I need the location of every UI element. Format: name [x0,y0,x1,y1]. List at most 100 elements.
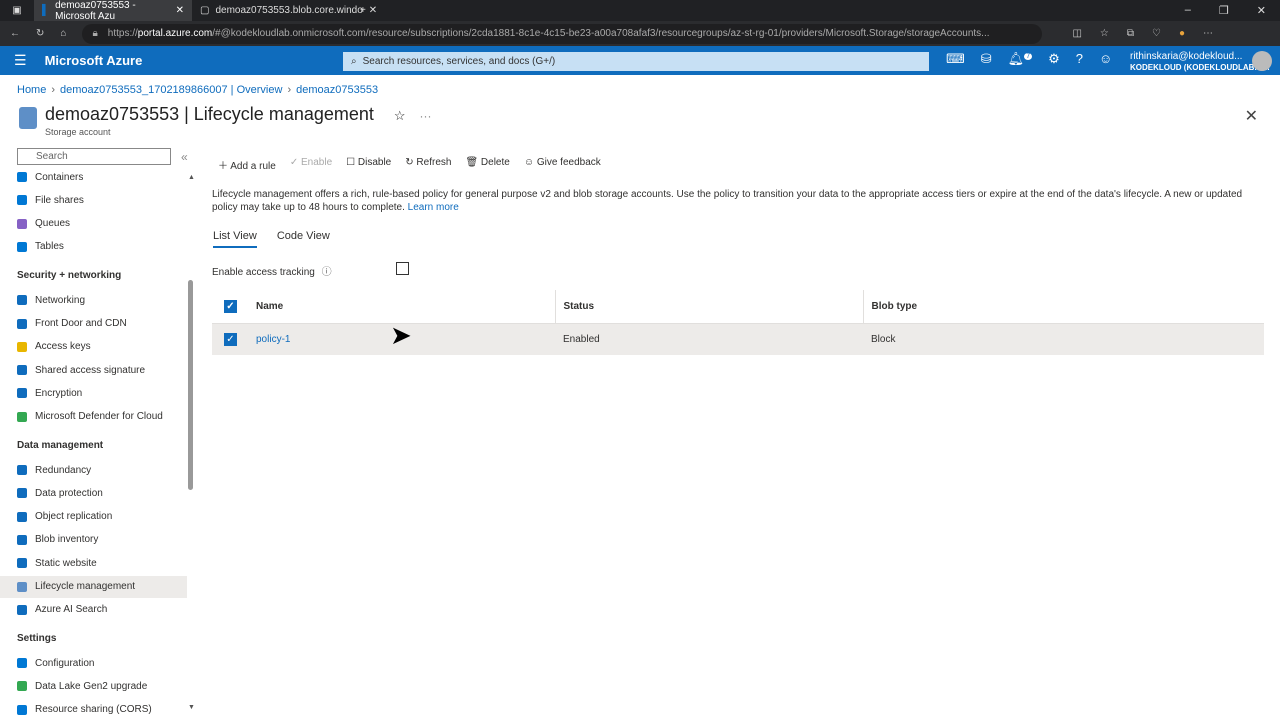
sidebar-item-azure-ai-search[interactable]: Azure AI Search [17,599,187,621]
sidebar-item-icon [17,658,27,669]
sidebar-item-data-lake-gen2-upgrade[interactable]: Data Lake Gen2 upgrade [17,675,187,697]
sidebar-item-label: Shared access signature [35,364,146,376]
avatar[interactable] [1252,51,1272,71]
sidebar-item-icon [17,681,27,692]
split-icon[interactable]: ◫ [1072,28,1081,39]
back-icon[interactable]: ← [10,28,20,39]
column-status[interactable]: Status [555,290,864,324]
feedback-button[interactable]: ☺ Give feedback [524,157,601,172]
sidebar-item-data-protection[interactable]: Data protection [17,482,187,504]
close-icon[interactable]: ✕ [176,5,184,16]
feedback-icon[interactable]: ☺ [1099,51,1112,67]
sidebar-section-heading: Data management [17,440,104,451]
add-rule-button[interactable]: ＋ Add a rule [218,157,276,172]
collapse-icon[interactable]: « [181,150,188,164]
more-icon[interactable]: ··· [420,109,432,123]
sidebar-item-label: Front Door and CDN [35,318,127,329]
sidebar-item-icon [17,704,27,715]
learn-more-link[interactable]: Learn more [408,202,459,213]
breadcrumb-account[interactable]: demoaz0753553 [296,84,378,96]
sidebar-item-shared-access-signature[interactable]: Shared access signature [17,359,187,381]
sidebar-item-file-shares[interactable]: File shares [17,189,187,211]
disable-button[interactable]: ☐ Disable [346,157,391,172]
tab-list-view[interactable]: List View [213,230,257,248]
column-blob-type[interactable]: Blob type [863,290,1264,324]
lifecycle-icon [19,107,37,129]
sidebar-item-icon [17,172,27,182]
home-icon[interactable]: ⌂ [60,28,66,39]
tab-code-view[interactable]: Code View [277,230,330,248]
row-checkbox[interactable]: ✓ [224,332,237,346]
favorites-icon[interactable]: ☆ [1100,28,1109,39]
sidebar-item-encryption[interactable]: Encryption [17,382,187,404]
rules-table: ✓ Name Status Blob type ✓ policy-1 Enabl… [212,290,1264,355]
sidebar-item-containers[interactable]: Containers [17,166,187,188]
sidebar-item-queues[interactable]: Queues [17,213,187,235]
browser-tab[interactable]: ▌ demoaz0753553 - Microsoft Azu ✕ [34,0,192,22]
minimize-icon[interactable]: – [1185,4,1191,17]
close-window-icon[interactable]: ✕ [1257,4,1266,17]
sidebar-item-lifecycle-management[interactable]: Lifecycle management [0,575,187,598]
refresh-button[interactable]: ↻ Refresh [405,157,451,172]
directory-icon[interactable]: ⛁ [981,51,992,67]
brand[interactable]: Microsoft Azure [45,53,143,68]
sidebar-item-redundancy[interactable]: Redundancy [17,459,187,481]
close-blade-icon[interactable]: ✕ [1245,106,1258,126]
sidebar-item-access-keys[interactable]: Access keys [17,336,187,358]
access-tracking-label: Enable access tracking ⓘ [212,267,332,278]
sidebar-scrollbar[interactable] [188,280,193,490]
sidebar-item-label: Containers [35,171,84,183]
profile-icon[interactable]: ● [1179,28,1185,39]
scroll-up-icon[interactable]: ▲ [188,174,195,181]
help-icon[interactable]: ? [1076,51,1083,67]
breadcrumb-home[interactable]: Home [17,84,46,96]
sidebar-item-static-website[interactable]: Static website [17,552,187,574]
sidebar-section-heading: Security + networking [17,270,122,282]
new-tab-icon[interactable]: + [360,5,366,16]
sidebar-item-configuration[interactable]: Configuration [17,652,187,674]
select-all-checkbox[interactable]: ✓ [224,299,237,313]
enable-button[interactable]: ✓ Enable [290,157,332,172]
sidebar-item-tables[interactable]: Tables [17,236,187,258]
scroll-down-icon[interactable]: ▼ [188,704,195,711]
access-tracking-checkbox[interactable] [396,262,409,275]
user-name: rithinskaria@kodekloud... [1130,51,1243,62]
sidebar-item-icon [17,534,27,545]
sidebar-item-front-door-and-cdn[interactable]: Front Door and CDN [17,313,187,335]
collections-icon[interactable]: ⧉ [1127,28,1134,39]
sidebar-item-label: Queues [35,218,71,230]
sidebar: Search « ▲ ▼ Containers File shares Queues… [0,148,197,720]
star-icon[interactable]: ☆ [394,108,406,123]
workspaces-icon[interactable]: ▣ [0,5,34,16]
sidebar-search-input[interactable]: Search [17,148,171,165]
delete-button[interactable]: 🗑︎ Delete [465,157,509,172]
table-row[interactable]: ✓ policy-1 Enabled Block [212,323,1264,355]
sidebar-item-label: Data protection [35,487,103,499]
sidebar-item-networking[interactable]: Networking [17,289,187,311]
account-menu[interactable]: rithinskaria@kodekloud... KODEKLOUD (KODE… [1130,51,1270,73]
global-search[interactable]: ⌕ Search resources, services, and docs (G… [343,52,929,71]
more-icon[interactable]: ⋯ [1203,28,1213,39]
rule-blob-type: Block [863,323,1264,355]
close-icon[interactable]: ✕ [369,5,377,16]
sidebar-item-label: Access keys [35,341,91,353]
sidebar-item-object-replication[interactable]: Object replication [17,506,187,528]
column-name[interactable]: Name [256,290,556,324]
url-field[interactable]: 🔒︎ https://portal.azure.com/#@kodekloudla… [82,23,1043,44]
browser-tab[interactable]: ▢ demoaz0753553.blob.core.windo ✕ [192,0,377,21]
menu-icon[interactable]: ☰ [14,52,27,69]
sidebar-item-resource-sharing-cors-[interactable]: Resource sharing (CORS) [17,699,187,721]
notifications-icon[interactable]: 🔔︎ 7 [1008,51,1033,67]
sidebar-item-icon [17,295,27,306]
sidebar-item-label: Networking [35,294,86,306]
sidebar-item-label: Blob inventory [35,534,99,546]
breadcrumb-overview[interactable]: demoaz0753553_1702189866007 | Overview [60,84,282,96]
extensions-icon[interactable]: ♡ [1152,28,1161,39]
sidebar-item-microsoft-defender-for-cloud[interactable]: Microsoft Defender for Cloud [17,406,187,428]
refresh-icon[interactable]: ↻ [36,28,44,39]
restore-icon[interactable]: ❐ [1219,4,1229,17]
sidebar-item-blob-inventory[interactable]: Blob inventory [17,529,187,551]
sidebar-item-icon [17,511,27,522]
settings-icon[interactable]: ⚙ [1048,51,1060,67]
cloud-shell-icon[interactable]: ⌨ [946,51,965,67]
